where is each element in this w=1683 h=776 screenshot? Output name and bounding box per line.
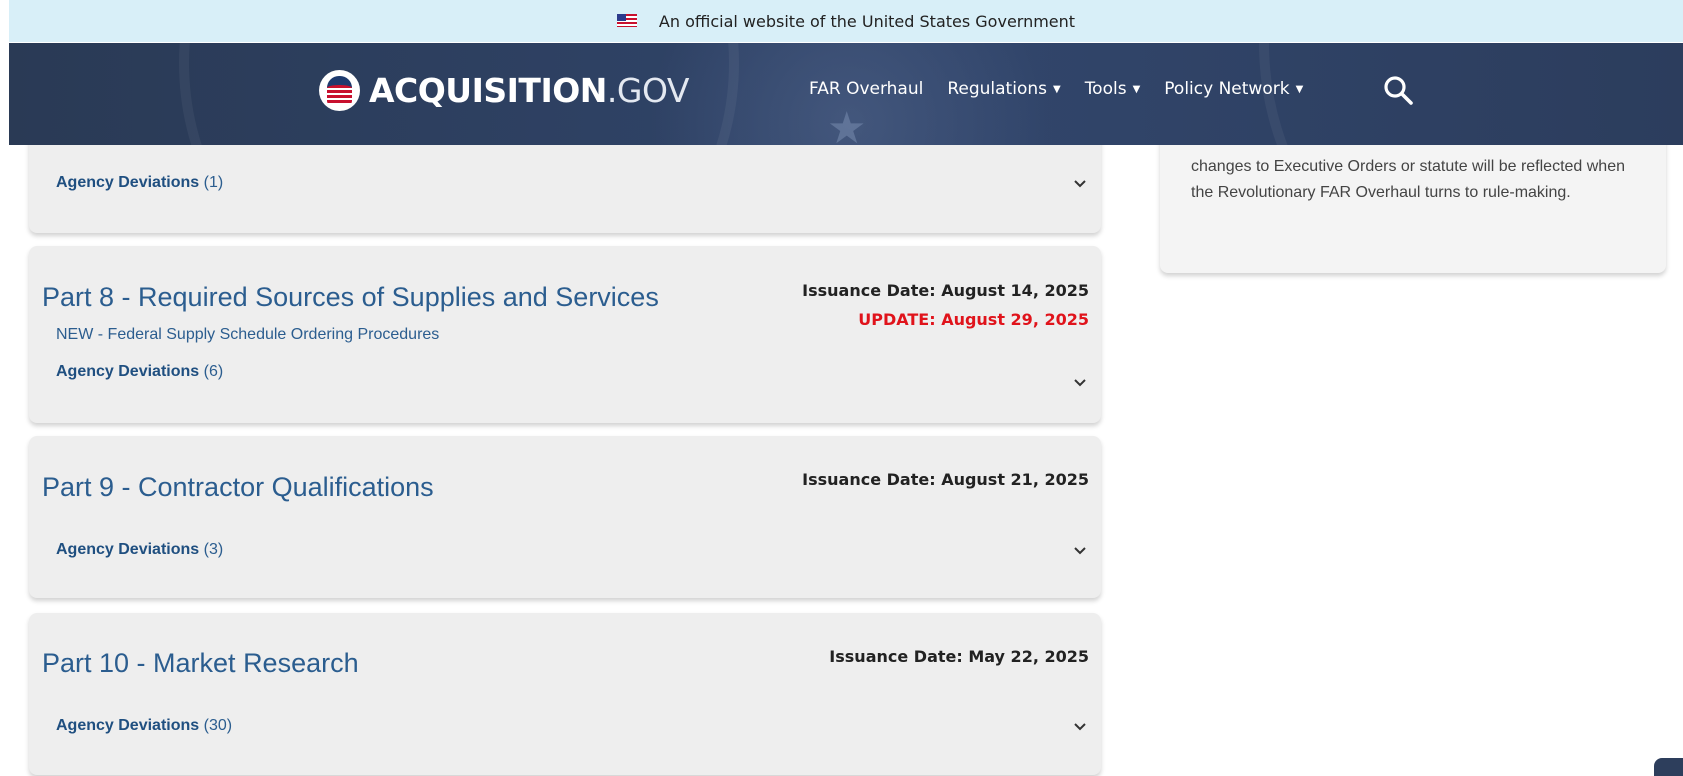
nav-item-regulations[interactable]: Regulations ▼ <box>947 79 1060 99</box>
part-title[interactable]: Part 9 - Contractor Qualifications <box>42 472 434 503</box>
new-document-link[interactable]: NEW - Federal Supply Schedule Ordering P… <box>56 326 439 344</box>
part-title[interactable]: Part 10 - Market Research <box>42 648 359 679</box>
update-date: UPDATE: August 29, 2025 <box>858 310 1089 329</box>
caret-down-icon: ▼ <box>1295 83 1304 95</box>
site-logo[interactable]: ACQUISITION.GOV <box>319 70 689 111</box>
caret-down-icon: ▼ <box>1132 83 1141 95</box>
star-icon: ★ <box>827 103 867 145</box>
nav-label: Policy Network <box>1164 79 1290 99</box>
logo-icon <box>319 70 360 111</box>
agency-deviations-toggle[interactable]: Agency Deviations (3) <box>56 541 223 559</box>
nav-label: Regulations <box>947 79 1047 99</box>
nav-item-policy-network[interactable]: Policy Network ▼ <box>1164 79 1303 99</box>
site-header: ★ ACQUISITION.GOV FAR Overhaul Regulatio… <box>9 43 1683 145</box>
search-button[interactable] <box>1381 73 1415 107</box>
feedback-widget[interactable] <box>1654 758 1683 776</box>
issuance-date: Issuance Date: August 21, 2025 <box>802 470 1089 489</box>
us-flag-icon <box>616 13 637 27</box>
main-nav: FAR Overhaul Regulations ▼ Tools ▼ Polic… <box>809 79 1327 99</box>
search-icon <box>1384 76 1413 105</box>
logo-text: ACQUISITION.GOV <box>369 71 689 110</box>
sidebar-text: changes to Executive Orders or statute w… <box>1191 158 1625 201</box>
agency-deviations-toggle[interactable]: Agency Deviations (6) <box>56 363 223 381</box>
issuance-date: Issuance Date: August 14, 2025 <box>802 281 1089 300</box>
agency-deviations-toggle[interactable]: Agency Deviations (1) <box>56 174 223 192</box>
nav-item-far-overhaul[interactable]: FAR Overhaul <box>809 79 923 99</box>
chevron-down-icon[interactable] <box>1072 722 1088 732</box>
part-card: Part 8 - Required Sources of Supplies an… <box>29 246 1101 423</box>
nav-item-tools[interactable]: Tools ▼ <box>1085 79 1141 99</box>
issuance-date: Issuance Date: May 22, 2025 <box>829 647 1089 666</box>
nav-label: Tools <box>1084 79 1127 99</box>
part-card: Part 10 - Market Research Issuance Date:… <box>29 613 1101 775</box>
chevron-down-icon[interactable] <box>1072 179 1088 189</box>
part-card: Part 9 - Contractor Qualifications Issua… <box>29 436 1101 598</box>
chevron-down-icon[interactable] <box>1072 546 1088 556</box>
gov-banner-text: An official website of the United States… <box>658 11 1076 31</box>
part-title[interactable]: Part 8 - Required Sources of Supplies an… <box>42 282 659 313</box>
caret-down-icon: ▼ <box>1052 83 1061 95</box>
agency-deviations-toggle[interactable]: Agency Deviations (30) <box>56 717 232 735</box>
nav-label: FAR Overhaul <box>809 79 924 99</box>
gov-banner: An official website of the United States… <box>9 0 1683 42</box>
chevron-down-icon[interactable] <box>1072 378 1088 388</box>
